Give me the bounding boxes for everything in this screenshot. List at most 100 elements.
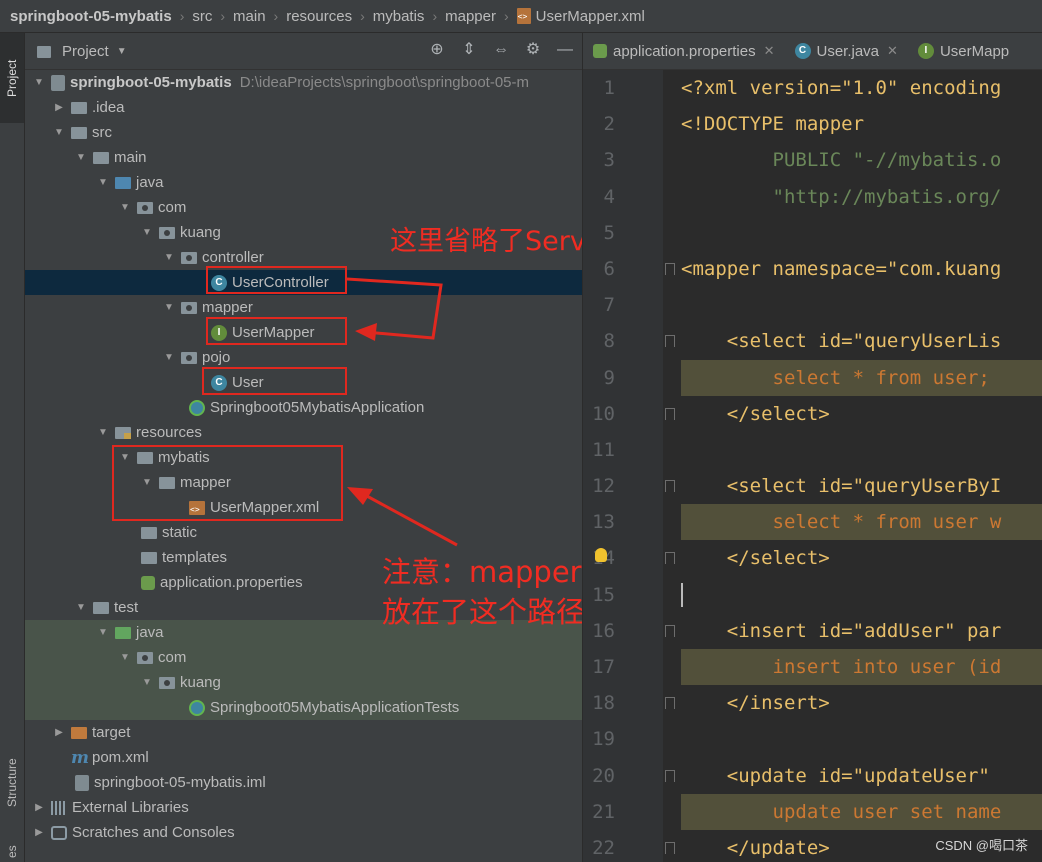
expanded-arrow-icon[interactable]: ▼ bbox=[163, 302, 175, 313]
tree-item-application-properties[interactable]: application.properties bbox=[25, 570, 582, 595]
expanded-arrow-icon[interactable]: ▼ bbox=[75, 602, 87, 613]
code-line[interactable]: 5 bbox=[583, 215, 1042, 251]
fold-marker-icon[interactable] bbox=[665, 262, 675, 275]
tree-item-controller[interactable]: ▼ controller bbox=[25, 245, 582, 270]
collapse-all-icon[interactable]: ⇔ bbox=[492, 41, 510, 59]
tree-item-pojo[interactable]: ▼ pojo bbox=[25, 345, 582, 370]
project-view-selector[interactable]: Project bbox=[62, 43, 109, 60]
tree-item-application[interactable]: Springboot05MybatisApplication bbox=[25, 395, 582, 420]
fold-marker-icon[interactable] bbox=[665, 624, 675, 637]
breadcrumb-item-main[interactable]: main bbox=[233, 8, 266, 25]
expanded-arrow-icon[interactable]: ▼ bbox=[97, 427, 109, 438]
code-line[interactable]: 15 bbox=[583, 577, 1042, 613]
tree-item-pom[interactable]: m pom.xml bbox=[25, 745, 582, 770]
breadcrumb-item-src[interactable]: src bbox=[192, 8, 212, 25]
tree-item-templates[interactable]: templates bbox=[25, 545, 582, 570]
expanded-arrow-icon[interactable]: ▼ bbox=[119, 452, 131, 463]
tree-item-test-kuang[interactable]: ▼ kuang bbox=[25, 670, 582, 695]
tree-item-mybatis[interactable]: ▼ mybatis bbox=[25, 445, 582, 470]
expanded-arrow-icon[interactable]: ▼ bbox=[163, 252, 175, 263]
breadcrumb-item-module[interactable]: springboot-05-mybatis bbox=[10, 8, 172, 25]
tree-item-main[interactable]: ▼ main bbox=[25, 145, 582, 170]
code-line[interactable]: 12 <select id="queryUserByI bbox=[583, 468, 1042, 504]
chevron-down-icon[interactable]: ▼ bbox=[117, 46, 127, 57]
tree-item-target[interactable]: ▶ target bbox=[25, 720, 582, 745]
tree-item-com[interactable]: ▼ com bbox=[25, 195, 582, 220]
tab-user-java[interactable]: C User.java ✕ bbox=[785, 33, 908, 69]
breadcrumb-item-mapper[interactable]: mapper bbox=[445, 8, 496, 25]
breadcrumb-item-file[interactable]: UserMapper.xml bbox=[536, 8, 645, 25]
tree-item-resources[interactable]: ▼ resources bbox=[25, 420, 582, 445]
gear-icon[interactable]: ⚙ bbox=[524, 41, 542, 59]
code-area[interactable]: 1 <?xml version="1.0" encoding 2 <!DOCTYPE … bbox=[583, 70, 1042, 862]
code-line[interactable]: 17 insert into user (id bbox=[583, 649, 1042, 686]
tree-item-application-tests[interactable]: Springboot05MybatisApplicationTests bbox=[25, 695, 582, 720]
favorites-tool-tab[interactable]: es bbox=[0, 841, 24, 862]
tree-item-test[interactable]: ▼ test bbox=[25, 595, 582, 620]
expanded-arrow-icon[interactable]: ▼ bbox=[163, 352, 175, 363]
code-line[interactable]: 6 <mapper namespace="com.kuang bbox=[583, 251, 1042, 287]
code-line[interactable]: 10 </select> bbox=[583, 396, 1042, 432]
minimize-icon[interactable]: — bbox=[556, 41, 574, 59]
expanded-arrow-icon[interactable]: ▼ bbox=[141, 227, 153, 238]
tree-item-user-mapper[interactable]: I UserMapper bbox=[25, 320, 582, 345]
tree-item-user-mapper-xml[interactable]: UserMapper.xml bbox=[25, 495, 582, 520]
expanded-arrow-icon[interactable]: ▼ bbox=[141, 677, 153, 688]
collapsed-arrow-icon[interactable]: ▶ bbox=[33, 827, 45, 838]
code-line[interactable]: 9 select * from user; bbox=[583, 359, 1042, 396]
expanded-arrow-icon[interactable]: ▼ bbox=[75, 152, 87, 163]
collapsed-arrow-icon[interactable]: ▶ bbox=[33, 802, 45, 813]
tree-item-src[interactable]: ▼ src bbox=[25, 120, 582, 145]
breadcrumb-item-mybatis[interactable]: mybatis bbox=[373, 8, 425, 25]
locate-icon[interactable]: ⊕ bbox=[428, 41, 446, 59]
fold-marker-icon[interactable] bbox=[665, 480, 675, 493]
project-tool-tab[interactable]: Project bbox=[0, 33, 24, 123]
tree-item-java[interactable]: ▼ java bbox=[25, 170, 582, 195]
expanded-arrow-icon[interactable]: ▼ bbox=[33, 77, 45, 88]
tree-item-mapper-folder[interactable]: ▼ mapper bbox=[25, 470, 582, 495]
code-line[interactable]: 3 PUBLIC "-//mybatis.o bbox=[583, 142, 1042, 178]
tree-item-test-java[interactable]: ▼ java bbox=[25, 620, 582, 645]
expand-all-icon[interactable]: ⇕ bbox=[460, 41, 478, 59]
fold-marker-icon[interactable] bbox=[665, 697, 675, 710]
fold-marker-icon[interactable] bbox=[665, 552, 675, 565]
code-line[interactable]: 8 <select id="queryUserLis bbox=[583, 323, 1042, 359]
code-line[interactable]: 20 <update id="updateUser" bbox=[583, 758, 1042, 794]
code-line[interactable]: 14 </select> bbox=[583, 540, 1042, 576]
tab-user-mapper[interactable]: I UserMapp bbox=[908, 33, 1019, 69]
tree-item-external-libraries[interactable]: ▶ External Libraries bbox=[25, 795, 582, 820]
code-line[interactable]: 21 update user set name bbox=[583, 793, 1042, 830]
expanded-arrow-icon[interactable]: ▼ bbox=[119, 202, 131, 213]
tree-item-scratches[interactable]: ▶ Scratches and Consoles bbox=[25, 820, 582, 845]
expanded-arrow-icon[interactable]: ▼ bbox=[97, 627, 109, 638]
code-line[interactable]: 16 <insert id="addUser" par bbox=[583, 613, 1042, 649]
tree-item-user[interactable]: C User bbox=[25, 370, 582, 395]
collapsed-arrow-icon[interactable]: ▶ bbox=[53, 102, 65, 113]
tree-item-test-com[interactable]: ▼ com bbox=[25, 645, 582, 670]
code-line[interactable]: 13 select * from user w bbox=[583, 504, 1042, 541]
fold-marker-icon[interactable] bbox=[665, 407, 675, 420]
tree-item-mapper-package[interactable]: ▼ mapper bbox=[25, 295, 582, 320]
tree-item-module[interactable]: ▼ springboot-05-mybatis D:\ideaProjects\… bbox=[25, 70, 582, 95]
tab-application-properties[interactable]: application.properties ✕ bbox=[583, 33, 785, 69]
tree-item-user-controller[interactable]: C UserController bbox=[25, 270, 582, 295]
code-line[interactable]: 11 bbox=[583, 432, 1042, 468]
structure-tool-tab[interactable]: Structure bbox=[0, 733, 24, 833]
collapsed-arrow-icon[interactable]: ▶ bbox=[53, 727, 65, 738]
code-line[interactable]: 19 bbox=[583, 721, 1042, 757]
expanded-arrow-icon[interactable]: ▼ bbox=[141, 477, 153, 488]
code-line[interactable]: 7 bbox=[583, 287, 1042, 323]
close-icon[interactable]: ✕ bbox=[887, 43, 898, 59]
tree-item-kuang[interactable]: ▼ kuang bbox=[25, 220, 582, 245]
tree-item-idea[interactable]: ▶ .idea bbox=[25, 95, 582, 120]
code-line[interactable]: 4 "http://mybatis.org/ bbox=[583, 179, 1042, 215]
code-line[interactable]: 2 <!DOCTYPE mapper bbox=[583, 106, 1042, 142]
code-line[interactable]: 18 </insert> bbox=[583, 685, 1042, 721]
tree-item-iml[interactable]: springboot-05-mybatis.iml bbox=[25, 770, 582, 795]
fold-marker-icon[interactable] bbox=[665, 335, 675, 348]
breadcrumb-item-resources[interactable]: resources bbox=[286, 8, 352, 25]
close-icon[interactable]: ✕ bbox=[764, 43, 775, 59]
fold-marker-icon[interactable] bbox=[665, 769, 675, 782]
expanded-arrow-icon[interactable]: ▼ bbox=[53, 127, 65, 138]
tree-item-static[interactable]: static bbox=[25, 520, 582, 545]
